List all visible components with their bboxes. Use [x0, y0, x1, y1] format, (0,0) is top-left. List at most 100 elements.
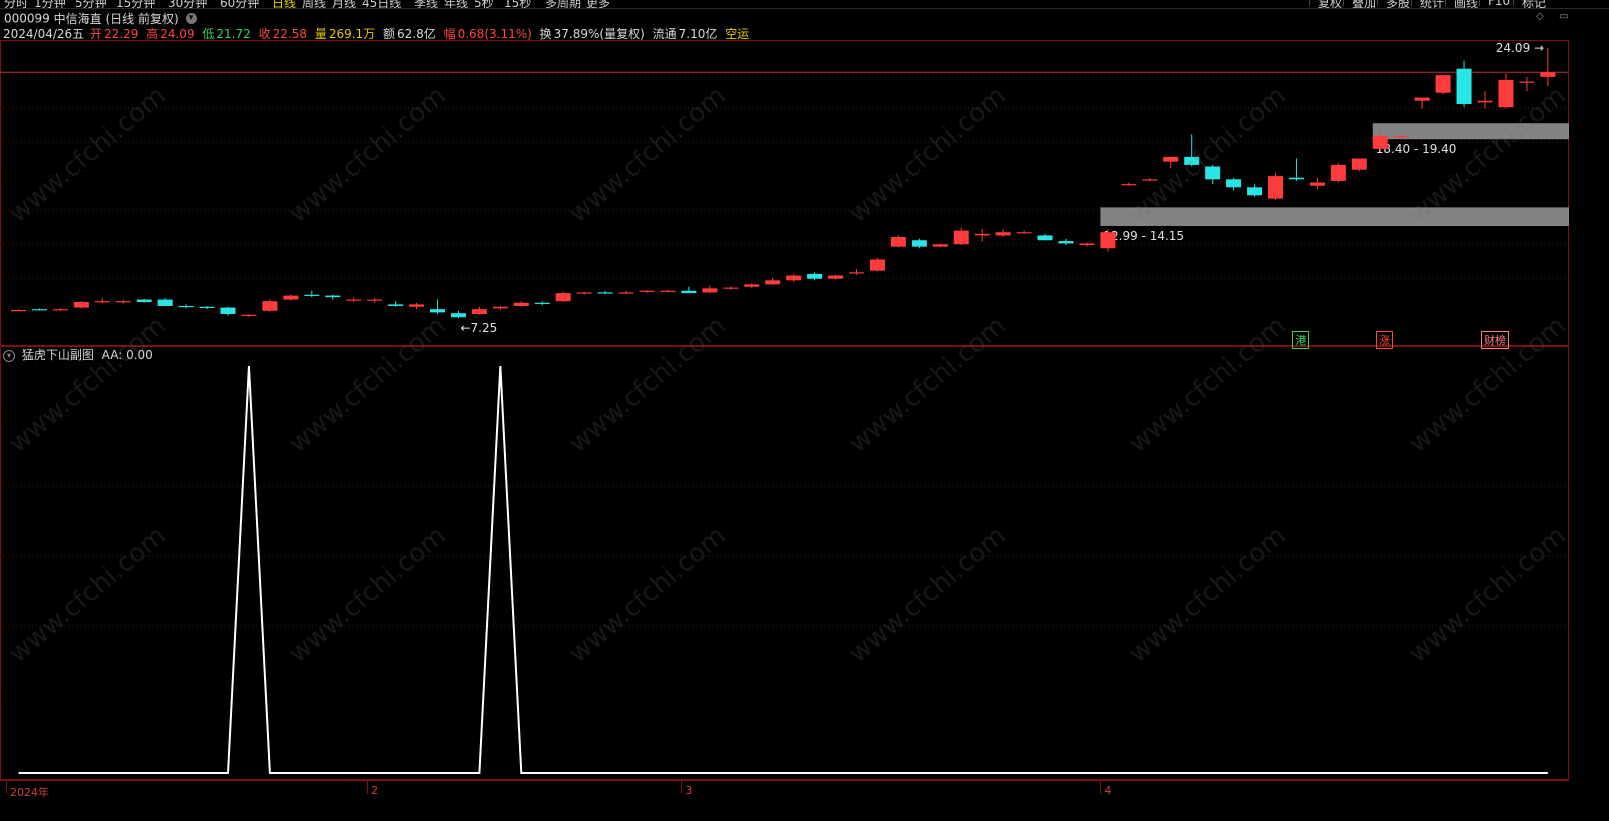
- event-markers: 港 涨 财榜: [0, 331, 1569, 349]
- candle-body: [1079, 243, 1095, 246]
- candle-body: [199, 306, 215, 308]
- chart-mode[interactable]: (日线 前复权): [105, 12, 178, 26]
- date-axis: 2024年 2 3 4: [0, 780, 1609, 821]
- open-label: 开: [90, 27, 103, 41]
- change-label: 幅: [443, 27, 456, 41]
- zone-label: 18.40 - 19.40: [1376, 142, 1457, 156]
- candle-body: [1184, 156, 1200, 165]
- indicator-chart[interactable]: [0, 346, 1569, 780]
- event-marker-1[interactable]: 涨: [1376, 331, 1394, 349]
- stock-code: 000099: [4, 11, 50, 26]
- support-zone: [1100, 207, 1569, 226]
- close-label: 收: [258, 27, 271, 41]
- toolbar-button-6[interactable]: 标记: [1513, 0, 1554, 8]
- amount-value: 62.8亿: [397, 27, 436, 41]
- candle-body: [1142, 179, 1158, 181]
- candle-body: [849, 272, 864, 274]
- period-tab-14[interactable]: 多周期: [545, 0, 581, 8]
- candle-body: [11, 309, 26, 312]
- axis-line: [0, 780, 1569, 781]
- candle-body: [492, 306, 508, 309]
- candle-body: [388, 304, 404, 306]
- sector-tag[interactable]: 空运: [725, 27, 749, 41]
- high-label: 高: [146, 27, 159, 41]
- candle-body: [1351, 158, 1367, 170]
- turnover-value: 37.89%(量复权): [553, 27, 645, 41]
- turnover-label: 换: [539, 27, 552, 41]
- candle-body: [911, 240, 927, 247]
- candle-body: [1163, 156, 1179, 162]
- axis-label-2: 3: [685, 784, 693, 797]
- candle-body: [1037, 235, 1053, 241]
- candle-body: [597, 292, 613, 294]
- period-toolbar: 分时 1分钟 5分钟 15分钟 30分钟 60分钟 日线 周线 月线 45日线 季线 年线 5秒 15秒 多…: [0, 0, 1609, 9]
- expand-icon[interactable]: ▭: [1559, 11, 1568, 22]
- float-value: 7.10亿: [678, 27, 718, 41]
- period-tab-8[interactable]: 月线: [332, 0, 356, 8]
- candle-body: [115, 301, 131, 303]
- float-label: 流通: [652, 27, 677, 41]
- candle-body: [94, 301, 110, 303]
- period-tab-9[interactable]: 45日线: [362, 0, 401, 8]
- period-tab-4[interactable]: 30分钟: [168, 0, 207, 8]
- candle-body: [995, 232, 1011, 236]
- period-tab-15[interactable]: 更多: [586, 0, 610, 8]
- period-tab-5[interactable]: 60分钟: [220, 0, 259, 8]
- candle-body: [304, 294, 320, 296]
- chevron-down-icon[interactable]: ▾: [185, 13, 197, 24]
- candle-body: [450, 313, 466, 318]
- candlestick-chart[interactable]: 12.99 - 14.1518.40 - 19.4024.09 →←7.25: [0, 40, 1569, 346]
- period-tab-6[interactable]: 日线: [272, 0, 296, 8]
- axis-tick: [1100, 780, 1102, 794]
- candle-body: [1121, 184, 1137, 186]
- candle-body: [430, 309, 445, 313]
- candle-body: [136, 299, 152, 302]
- period-tab-10[interactable]: 季线: [414, 0, 438, 8]
- period-tab-11[interactable]: 年线: [444, 0, 468, 8]
- candle-body: [367, 299, 383, 301]
- open-value: 22.29: [104, 27, 139, 41]
- low-value: 21.72: [216, 27, 251, 41]
- candle-body: [262, 301, 278, 311]
- candle-body: [52, 309, 68, 311]
- candle-body: [786, 275, 802, 281]
- candle-body: [1100, 232, 1116, 249]
- candle-body: [828, 275, 844, 279]
- period-tab-13[interactable]: 15秒: [504, 0, 531, 8]
- period-tab-3[interactable]: 15分钟: [116, 0, 155, 8]
- close-value: 22.58: [272, 27, 307, 41]
- axis-label-3: 4: [1104, 784, 1112, 797]
- candle-body: [1288, 177, 1304, 180]
- candle-body: [765, 280, 781, 285]
- period-tab-2[interactable]: 5分钟: [75, 0, 107, 8]
- event-marker-2[interactable]: 财榜: [1481, 331, 1509, 349]
- period-tab-1[interactable]: 1分钟: [34, 0, 66, 8]
- candle-body: [681, 290, 697, 294]
- candle-body: [1330, 164, 1346, 181]
- candle-body: [241, 314, 257, 316]
- candle-body: [744, 284, 760, 287]
- candle-body: [178, 305, 194, 308]
- candle-body: [702, 288, 718, 293]
- axis-tick: [681, 780, 683, 794]
- candle-body: [807, 273, 823, 279]
- stock-name: 中信海直: [53, 12, 102, 26]
- candle-body: [157, 299, 173, 306]
- diamond-icon[interactable]: ◇: [1536, 11, 1544, 22]
- candle-body: [31, 309, 47, 311]
- event-marker-0[interactable]: 港: [1292, 331, 1310, 349]
- period-tab-12[interactable]: 5秒: [474, 0, 494, 8]
- high-value: 24.09: [160, 27, 195, 41]
- candle-body: [576, 292, 592, 294]
- candle-body: [1058, 241, 1074, 244]
- candle-body: [73, 301, 89, 308]
- period-tab-0[interactable]: 分时: [4, 0, 28, 8]
- signal-line: [18, 365, 1548, 774]
- axis-label-1: 2: [371, 784, 379, 797]
- candle-body: [1456, 68, 1472, 104]
- candle-body: [513, 302, 529, 306]
- period-tab-7[interactable]: 周线: [302, 0, 326, 8]
- candle-body: [1414, 97, 1430, 101]
- zone-label: 12.99 - 14.15: [1103, 229, 1184, 243]
- candle-body: [1477, 100, 1493, 103]
